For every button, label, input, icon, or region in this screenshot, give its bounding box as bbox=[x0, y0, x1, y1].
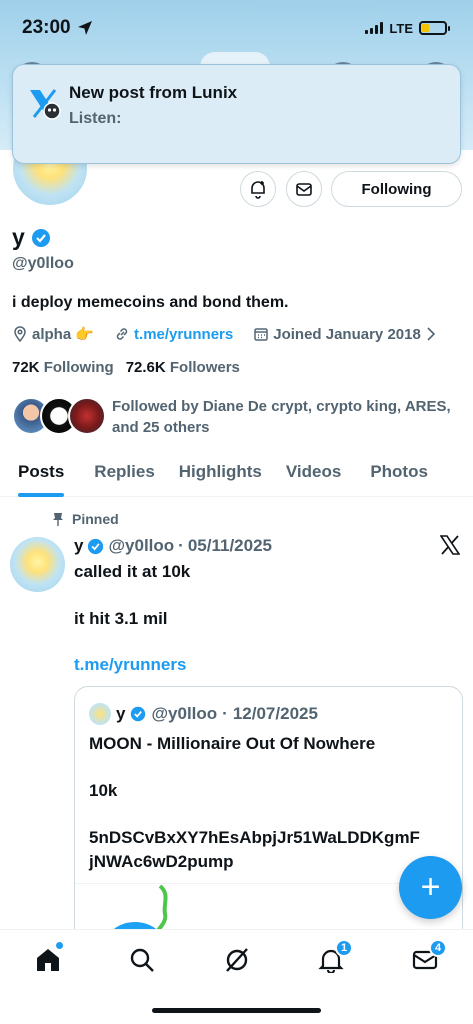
notification-body: Listen: bbox=[69, 110, 122, 127]
profile-meta: alpha 👉 t.me/yrunners Joined January 201… bbox=[12, 325, 467, 343]
followers-count-link[interactable]: 72.6K Followers bbox=[126, 359, 240, 376]
post-author-avatar[interactable] bbox=[10, 537, 65, 592]
message-button[interactable] bbox=[286, 171, 322, 207]
following-count-link[interactable]: 72K Following bbox=[12, 359, 114, 376]
profile-name: y bbox=[12, 224, 51, 251]
bell-plus-icon bbox=[251, 181, 265, 199]
push-notification[interactable]: New post from Lunix Listen: bbox=[12, 64, 461, 164]
location-arrow-icon bbox=[77, 21, 92, 35]
following-label: Following bbox=[43, 359, 114, 376]
tab-posts[interactable]: Posts bbox=[18, 447, 65, 497]
post-line: it hit 3.1 mil bbox=[74, 609, 168, 628]
quoted-post-date: 12/07/2025 bbox=[232, 704, 318, 723]
nav-grok[interactable] bbox=[217, 942, 257, 978]
tab-photos[interactable]: Photos bbox=[370, 447, 428, 497]
quoted-post[interactable]: y @y0lloo · 12/07/2025 MOON - Millionair… bbox=[74, 686, 463, 946]
post-text: called it at 10k it hit 3.1 mil bbox=[74, 561, 190, 630]
home-icon bbox=[37, 949, 59, 971]
profile-tabs: Posts Replies Highlights Videos Photos bbox=[0, 447, 473, 497]
follow-counts: 72K Following 72.6K Followers bbox=[12, 359, 240, 376]
profile-bio: i deploy memecoins and bond them. bbox=[12, 294, 289, 311]
quoted-post-header: y @y0lloo · 12/07/2025 bbox=[89, 703, 318, 725]
nav-notifications[interactable]: 1 bbox=[311, 939, 353, 978]
profile-name-text: y bbox=[12, 224, 25, 250]
tab-replies[interactable]: Replies bbox=[94, 447, 154, 497]
following-button[interactable]: Following bbox=[331, 171, 462, 207]
quoted-author-avatar bbox=[89, 703, 111, 725]
envelope-icon bbox=[296, 183, 312, 196]
following-count: 72K bbox=[12, 359, 40, 376]
status-bar: 23:00 LTE bbox=[0, 0, 473, 56]
profile-link[interactable]: t.me/yrunners bbox=[134, 326, 233, 343]
compose-plus-label: + bbox=[420, 868, 441, 906]
status-icons: LTE bbox=[365, 20, 450, 36]
notifications-bell-button[interactable] bbox=[240, 171, 276, 207]
verified-badge-icon bbox=[88, 538, 104, 554]
profile-handle: @y0lloo bbox=[12, 255, 74, 272]
post-author-handle[interactable]: @y0lloo bbox=[108, 536, 174, 556]
home-unread-dot bbox=[56, 942, 63, 949]
tab-videos[interactable]: Videos bbox=[286, 447, 341, 497]
post-link[interactable]: t.me/yrunners bbox=[74, 655, 186, 675]
verified-badge-icon bbox=[131, 706, 146, 722]
compose-post-button[interactable]: + bbox=[399, 856, 462, 919]
status-time: 23:00 bbox=[22, 17, 93, 39]
dot-separator: · bbox=[222, 704, 228, 723]
followed-by-avatars[interactable] bbox=[12, 397, 106, 435]
quoted-post-line: MOON - Millionaire Out Of Nowhere bbox=[89, 734, 376, 753]
messages-badge: 4 bbox=[429, 939, 447, 957]
post-line: called it at 10k bbox=[74, 562, 191, 581]
link-icon bbox=[116, 328, 128, 340]
location-pin-icon bbox=[14, 326, 26, 342]
quoted-author-handle: @y0lloo bbox=[151, 704, 218, 723]
followers-label: Followers bbox=[169, 359, 240, 376]
notifications-badge: 1 bbox=[335, 939, 353, 957]
quoted-post-line: 10k bbox=[89, 781, 118, 800]
quoted-post-line: jNWAc6wD2pump bbox=[89, 852, 234, 871]
dot-separator: · bbox=[178, 536, 184, 555]
pin-icon bbox=[53, 513, 63, 526]
post-date[interactable]: 05/11/2025 bbox=[188, 536, 272, 556]
cellular-signal-icon bbox=[365, 22, 384, 34]
x-app-icon bbox=[30, 89, 61, 120]
search-icon bbox=[130, 948, 154, 972]
time-text: 23:00 bbox=[22, 17, 71, 38]
profile-location: alpha 👉 bbox=[32, 326, 95, 343]
quoted-author-name: y bbox=[116, 704, 126, 723]
verified-badge-icon[interactable] bbox=[31, 228, 51, 248]
pinned-indicator: Pinned bbox=[52, 511, 119, 527]
x-logo-icon bbox=[440, 535, 460, 555]
quoted-post-line: 5nDSCvBxXY7hEsAbpjJr51WaLDDKgmF bbox=[89, 828, 420, 847]
network-type: LTE bbox=[389, 20, 413, 36]
profile-joined: Joined January 2018 bbox=[273, 325, 421, 343]
nav-messages[interactable]: 4 bbox=[405, 939, 447, 978]
tab-highlights[interactable]: Highlights bbox=[179, 447, 262, 497]
notification-title: New post from Lunix bbox=[69, 83, 238, 102]
chevron-right-icon[interactable] bbox=[425, 326, 437, 342]
home-indicator[interactable] bbox=[152, 1008, 321, 1013]
nav-search[interactable] bbox=[122, 942, 162, 978]
battery-icon bbox=[419, 21, 450, 35]
calendar-icon bbox=[254, 328, 268, 341]
post-author-name[interactable]: y bbox=[74, 536, 83, 556]
nav-home[interactable] bbox=[28, 942, 68, 978]
post-header: y @y0lloo · 05/11/2025 bbox=[74, 536, 272, 556]
followed-by-text[interactable]: Followed by Diane De crypt, crypto king,… bbox=[112, 396, 452, 438]
follower-avatar bbox=[68, 397, 106, 435]
grok-icon bbox=[226, 948, 248, 972]
pinned-label: Pinned bbox=[72, 511, 119, 527]
followers-count: 72.6K bbox=[125, 359, 166, 376]
